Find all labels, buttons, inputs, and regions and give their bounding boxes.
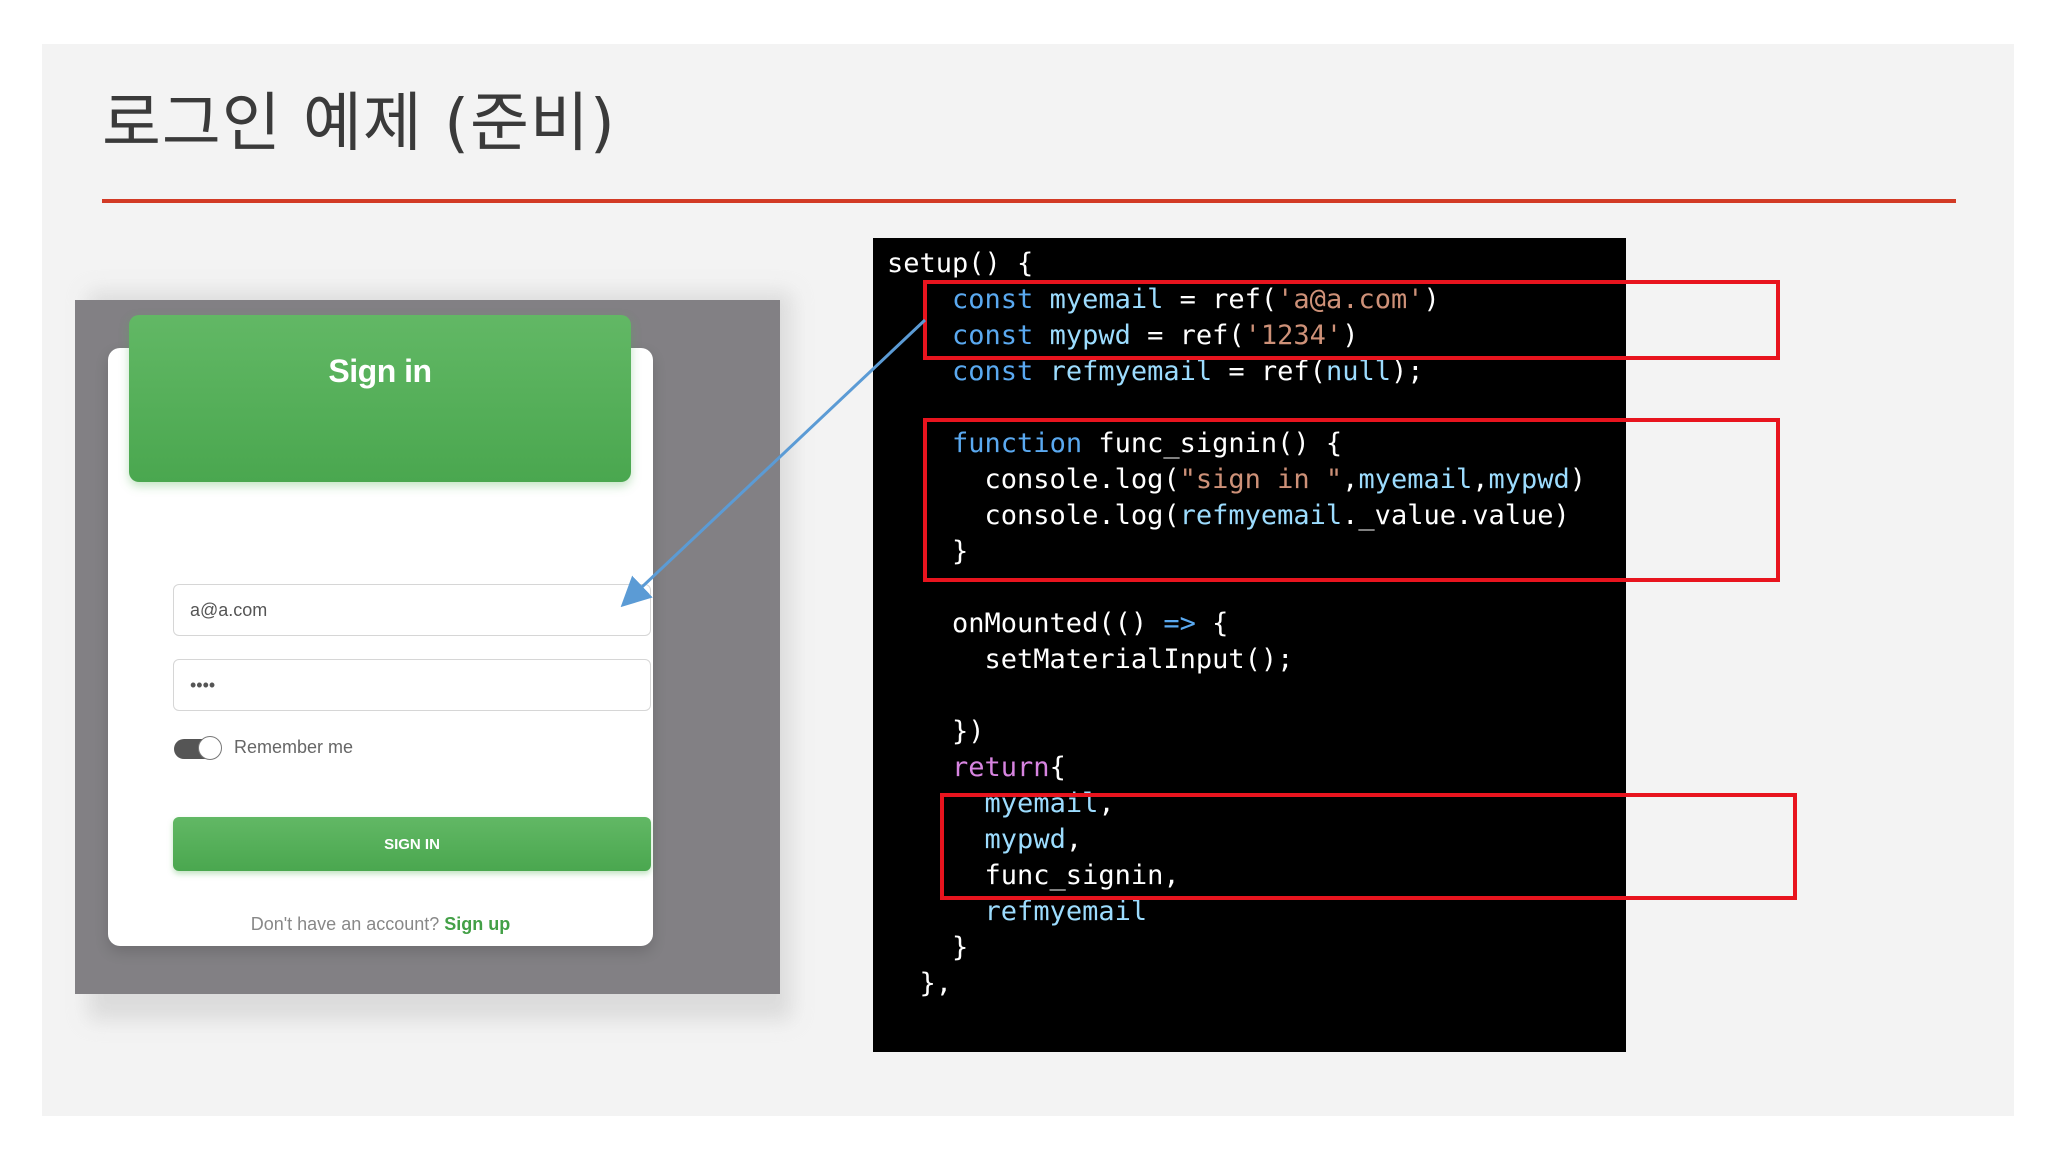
no-account-text: Don't have an account? bbox=[250, 914, 445, 934]
password-field[interactable] bbox=[173, 659, 651, 711]
code-line: setup() { bbox=[887, 248, 1034, 279]
code-line: onMounted(() => { bbox=[887, 608, 1229, 639]
sign-in-button[interactable]: SIGN IN bbox=[173, 817, 651, 871]
highlight-box-return bbox=[940, 793, 1797, 900]
sign-up-link[interactable]: Sign up bbox=[444, 914, 510, 934]
title-underline bbox=[102, 199, 1956, 203]
remember-me-toggle[interactable] bbox=[174, 736, 222, 760]
card-header: Sign in bbox=[129, 315, 631, 482]
code-panel: setup() { const myemail = ref('a@a.com')… bbox=[873, 238, 1626, 1052]
card-title: Sign in bbox=[328, 353, 432, 389]
slide-title: 로그인 예제 (준비) bbox=[102, 87, 616, 161]
code-line: const refmyemail = ref(null); bbox=[952, 356, 1424, 387]
code-line: setMaterialInput(); bbox=[887, 644, 1294, 675]
code-line: refmyemail bbox=[984, 896, 1148, 927]
toggle-knob bbox=[198, 736, 222, 760]
code-line: }) bbox=[887, 716, 985, 747]
code-line: }, bbox=[887, 968, 953, 999]
highlight-box-refs bbox=[923, 280, 1780, 360]
highlight-box-function bbox=[923, 418, 1780, 582]
email-field[interactable] bbox=[173, 584, 651, 636]
remember-me-label: Remember me bbox=[234, 737, 354, 757]
code-line: } bbox=[887, 932, 969, 963]
code-line: return{ bbox=[952, 752, 1066, 783]
login-screenshot: Remember me SIGN IN Don't have an accoun… bbox=[75, 300, 780, 994]
signup-prompt: Don't have an account? Sign up bbox=[108, 914, 653, 935]
